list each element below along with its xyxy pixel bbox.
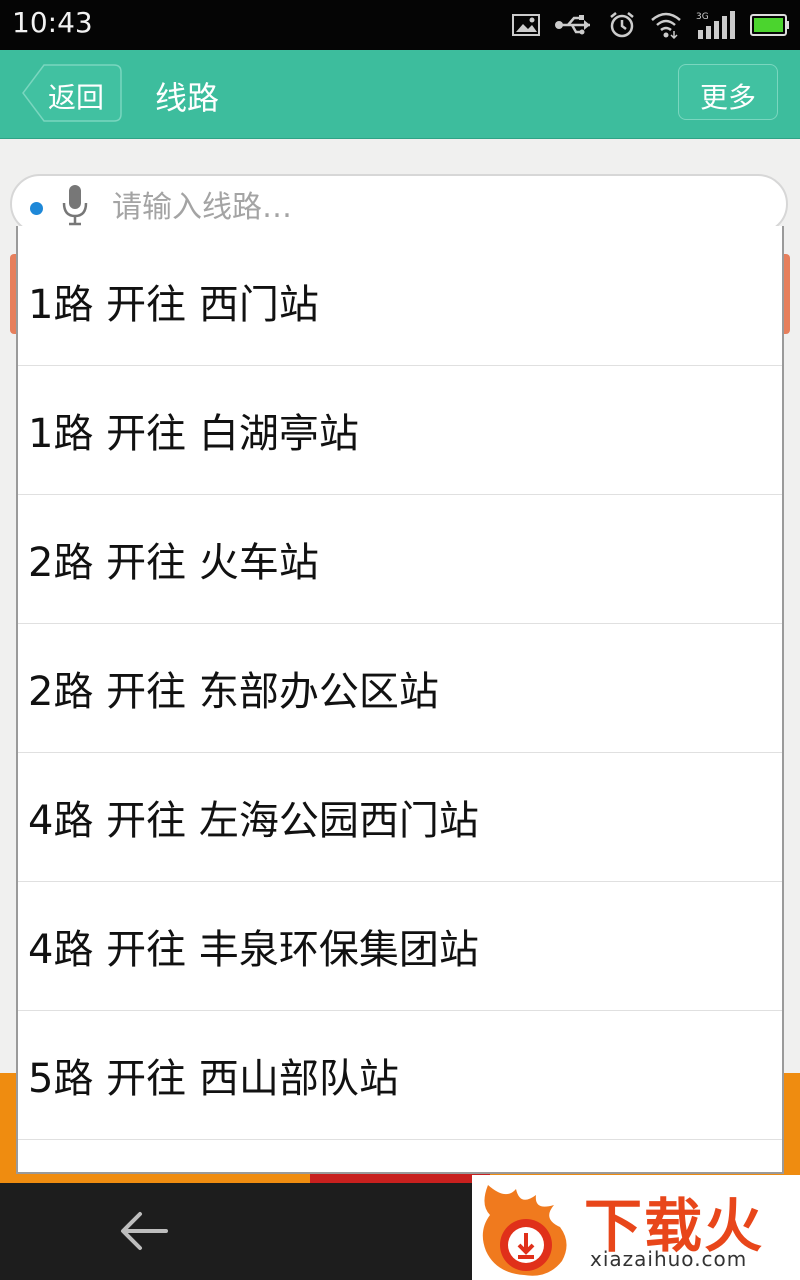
network-type: 3G <box>696 12 709 22</box>
route-suggestion-label: 5路 开往 西山部队站 <box>28 1056 399 1102</box>
page-title: 线路 <box>155 79 220 117</box>
route-search-box[interactable] <box>10 174 788 234</box>
watermark-url: xiazaihuo.com <box>590 1247 748 1271</box>
route-suggestion-item[interactable]: 2路 开往 火车站 <box>18 495 782 624</box>
status-time: 10:43 <box>12 6 93 39</box>
status-bar: 10:43 3G <box>0 0 800 50</box>
route-suggestion-item[interactable]: 4路 开往 左海公园西门站 <box>18 753 782 882</box>
more-button[interactable]: 更多 <box>678 64 778 120</box>
route-suggestion-list: 1路 开往 西门站 1路 开往 白湖亭站 2路 开往 火车站 2路 开往 东部办… <box>16 226 784 1174</box>
flame-logo-icon <box>482 1185 567 1276</box>
wifi-icon <box>651 12 681 39</box>
back-button-label: 返回 <box>48 81 105 114</box>
route-search-input[interactable] <box>110 184 714 230</box>
route-suggestion-item[interactable]: 1路 开往 白湖亭站 <box>18 366 782 495</box>
focus-dot-icon <box>30 202 43 215</box>
title-bar: 返回 线路 更多 <box>0 50 800 139</box>
nav-back-arrow-icon[interactable] <box>118 1205 170 1257</box>
background-banner-accent <box>310 1173 490 1183</box>
microphone-icon[interactable] <box>60 183 90 227</box>
route-suggestion-item[interactable] <box>18 1140 782 1172</box>
route-suggestion-item[interactable]: 2路 开往 东部办公区站 <box>18 624 782 753</box>
route-suggestion-label: 4路 开往 丰泉环保集团站 <box>28 927 479 973</box>
route-suggestion-item[interactable]: 1路 开往 西门站 <box>18 237 782 366</box>
route-suggestion-label: 1路 开往 白湖亭站 <box>28 411 359 457</box>
status-icons: 3G <box>512 8 790 42</box>
route-suggestion-label: 2路 开往 火车站 <box>28 540 319 586</box>
route-suggestion-item[interactable]: 5路 开往 西山部队站 <box>18 1011 782 1140</box>
back-button[interactable]: 返回 <box>22 64 122 122</box>
image-icon <box>512 14 540 36</box>
route-suggestion-item[interactable]: 4路 开往 丰泉环保集团站 <box>18 882 782 1011</box>
usb-icon <box>555 15 590 35</box>
watermark-logo: 下载火 xiazaihuo.com <box>472 1175 800 1280</box>
alarm-icon <box>610 12 634 38</box>
battery-icon <box>750 14 789 36</box>
more-button-label: 更多 <box>699 81 756 114</box>
route-suggestion-label: 1路 开往 西门站 <box>28 282 319 328</box>
route-suggestion-label: 2路 开往 东部办公区站 <box>28 669 439 715</box>
3g-signal-icon: 3G <box>696 11 735 39</box>
route-suggestion-label: 4路 开往 左海公园西门站 <box>28 798 479 844</box>
